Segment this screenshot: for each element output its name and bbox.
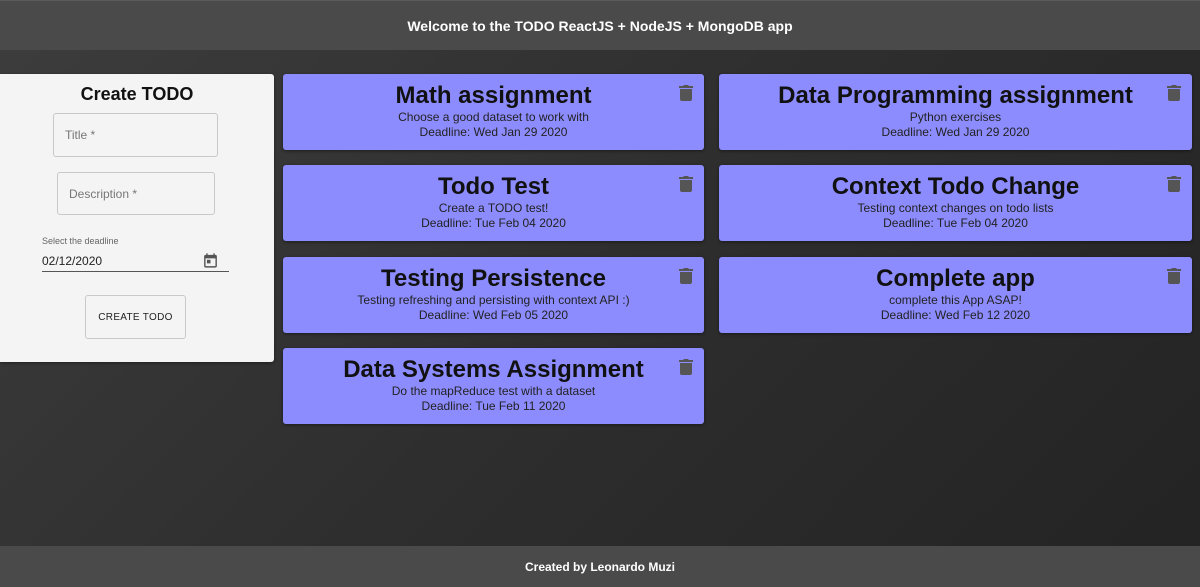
todo-description: Create a TODO test! bbox=[438, 201, 549, 215]
description-input[interactable]: Description * bbox=[57, 172, 215, 215]
todo-deadline: Deadline: Wed Jan 29 2020 bbox=[881, 125, 1030, 139]
todo-deadline: Deadline: Wed Feb 12 2020 bbox=[880, 308, 1031, 322]
trash-icon[interactable] bbox=[679, 359, 693, 375]
todo-deadline: Deadline: Wed Feb 05 2020 bbox=[418, 308, 569, 322]
todo-title: Testing Persistence bbox=[381, 265, 606, 292]
todo-title: Context Todo Change bbox=[831, 173, 1080, 200]
todo-card: Data Programming assignment Python exerc… bbox=[719, 74, 1192, 150]
todo-description: Testing refreshing and persisting with c… bbox=[357, 293, 630, 307]
deadline-value: 02/12/2020 bbox=[42, 253, 103, 268]
trash-icon[interactable] bbox=[1167, 85, 1181, 101]
description-placeholder: Description * bbox=[69, 186, 138, 201]
create-todo-heading: Create TODO bbox=[80, 84, 194, 104]
create-todo-panel: Create TODO Title * Description * Select… bbox=[0, 74, 274, 362]
app-footer: Created by Leonardo Muzi bbox=[0, 546, 1200, 587]
footer-credit: Created by Leonardo Muzi bbox=[524, 559, 676, 574]
todo-title: Todo Test bbox=[437, 173, 550, 200]
trash-icon[interactable] bbox=[679, 176, 693, 192]
todo-card: Todo Test Create a TODO test! Deadline: … bbox=[283, 165, 704, 241]
todo-card: Math assignment Choose a good dataset to… bbox=[283, 74, 704, 150]
header-title: Welcome to the TODO ReactJS + NodeJS + M… bbox=[407, 17, 793, 34]
title-placeholder: Title * bbox=[65, 128, 96, 142]
trash-icon[interactable] bbox=[679, 85, 693, 101]
todo-description: Testing context changes on todo lists bbox=[857, 201, 1054, 215]
todo-description: Choose a good dataset to work with bbox=[398, 110, 589, 124]
trash-icon[interactable] bbox=[679, 268, 693, 284]
trash-icon[interactable] bbox=[1167, 176, 1181, 192]
todo-description: complete this App ASAP! bbox=[889, 293, 1022, 307]
app-header: Welcome to the TODO ReactJS + NodeJS + M… bbox=[0, 0, 1200, 50]
todo-title: Complete app bbox=[876, 265, 1035, 292]
trash-icon[interactable] bbox=[1167, 268, 1181, 284]
todo-title: Data Systems Assignment bbox=[343, 356, 644, 383]
todo-deadline: Deadline: Wed Jan 29 2020 bbox=[419, 125, 568, 139]
todo-card: Testing Persistence Testing refreshing a… bbox=[283, 257, 704, 333]
deadline-label: Select the deadline bbox=[42, 236, 119, 246]
todo-description: Python exercises bbox=[909, 110, 1002, 124]
todo-title: Math assignment bbox=[395, 82, 592, 109]
todo-card: Complete app complete this App ASAP! Dea… bbox=[719, 257, 1192, 333]
todo-deadline: Deadline: Tue Feb 11 2020 bbox=[421, 399, 566, 413]
deadline-date-input[interactable]: 02/12/2020 bbox=[42, 250, 229, 272]
todo-deadline: Deadline: Tue Feb 04 2020 bbox=[883, 216, 1028, 230]
todo-card: Data Systems Assignment Do the mapReduce… bbox=[283, 348, 704, 424]
create-todo-button[interactable]: CREATE TODO bbox=[85, 295, 186, 339]
todo-card: Context Todo Change Testing context chan… bbox=[719, 165, 1192, 241]
todo-deadline: Deadline: Tue Feb 04 2020 bbox=[421, 216, 566, 230]
todo-description: Do the mapReduce test with a dataset bbox=[391, 384, 596, 398]
title-input[interactable]: Title * bbox=[53, 113, 218, 157]
todo-title: Data Programming assignment bbox=[778, 82, 1133, 109]
calendar-icon[interactable] bbox=[202, 252, 219, 269]
